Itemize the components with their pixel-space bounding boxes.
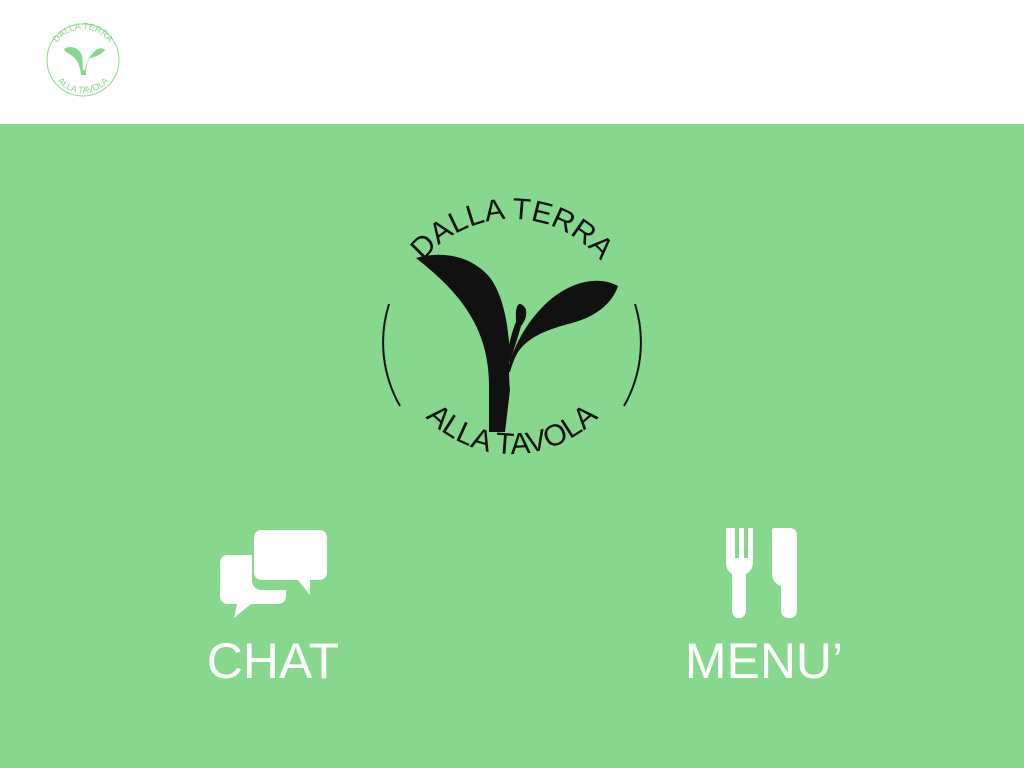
chat-button[interactable]: CHAT xyxy=(143,524,403,704)
sprout-icon xyxy=(64,47,105,75)
chat-bubbles-icon xyxy=(220,530,327,618)
header-logo[interactable]: DALLA TERRA ALLA TAVOLA xyxy=(40,17,126,103)
header: DALLA TERRA ALLA TAVOLA xyxy=(0,0,1024,124)
brand-logo: DALLA TERRA ALLA TAVOLA xyxy=(382,193,642,462)
chat-label: CHAT xyxy=(206,633,340,689)
brand-bottom-text: ALLA TAVOLA xyxy=(420,398,603,462)
menu-button[interactable]: MENU’ xyxy=(634,524,894,704)
page: DALLA TERRA ALLA TAVOLA DALLA TERRA ALLA… xyxy=(0,0,1024,768)
header-logo-bottom-text: ALLA TAVOLA xyxy=(56,75,110,95)
menu-label: MENU’ xyxy=(684,633,844,689)
main-panel: DALLA TERRA ALLA TAVOLA CHAT MENU’ xyxy=(0,124,1024,768)
brand-top-text: DALLA TERRA xyxy=(404,193,619,266)
fork-knife-icon xyxy=(726,528,797,618)
